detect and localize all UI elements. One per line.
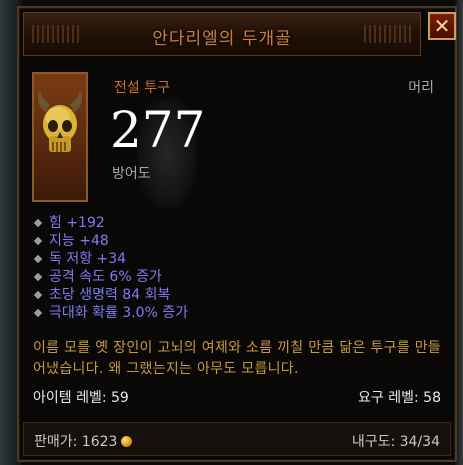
close-icon: ✕ (433, 14, 451, 38)
required-level: 요구 레벨: 58 (358, 390, 441, 406)
stat-text: 공격 속도 6% 증가 (49, 269, 162, 285)
diamond-bullet-icon (33, 308, 43, 318)
diamond-bullet-icon (33, 290, 43, 300)
golden-skull-helm-icon (38, 90, 82, 152)
item-tooltip: 안다리엘의 두개골 ✕ 전설 투구 머리 277 방어도 힘 +192 지능 +… (17, 6, 457, 462)
tooltip-header: 안다리엘의 두개골 (23, 12, 421, 56)
stat-row: 독 저항 +34 (33, 250, 188, 268)
stat-text: 초당 생명력 84 회복 (49, 287, 171, 303)
tooltip-footer: 판매가: 1623 내구도: 34/34 (23, 422, 451, 456)
stat-row: 힘 +192 (33, 214, 188, 232)
stat-text: 힘 +192 (49, 215, 105, 231)
armor-value: 277 (110, 101, 206, 159)
diamond-bullet-icon (33, 272, 43, 282)
durability: 내구도: 34/34 (351, 434, 440, 450)
stat-list: 힘 +192 지능 +48 독 저항 +34 공격 속도 6% 증가 초당 생명… (33, 214, 188, 322)
sell-price: 판매가: 1623 (34, 431, 133, 451)
stat-row: 초당 생명력 84 회복 (33, 286, 188, 304)
sell-price-text: 판매가: 1623 (34, 434, 118, 450)
diamond-bullet-icon (33, 236, 43, 246)
diamond-bullet-icon (33, 218, 43, 228)
item-name: 안다리엘의 두개골 (152, 29, 292, 49)
item-icon-frame (32, 72, 88, 202)
gold-coin-icon (121, 436, 133, 447)
item-level: 아이템 레벨: 59 (33, 390, 129, 406)
stat-row: 극대화 확률 3.0% 증가 (33, 304, 188, 322)
flavor-text: 이름 모를 옛 장인이 고뇌의 여제와 소름 끼칠 만큼 닮은 투구를 만들어냈… (33, 340, 442, 377)
armor-label: 방어도 (112, 166, 151, 182)
close-button[interactable]: ✕ (428, 12, 456, 40)
item-slot-label: 머리 (408, 80, 434, 96)
stat-text: 지능 +48 (49, 233, 109, 249)
level-row: 아이템 레벨: 59 요구 레벨: 58 (33, 387, 441, 407)
stat-row: 공격 속도 6% 증가 (33, 268, 188, 286)
stat-text: 극대화 확률 3.0% 증가 (49, 305, 189, 321)
diamond-bullet-icon (33, 254, 43, 264)
stat-row: 지능 +48 (33, 232, 188, 250)
item-type-label: 전설 투구 (114, 80, 170, 96)
stat-text: 독 저항 +34 (49, 251, 127, 267)
